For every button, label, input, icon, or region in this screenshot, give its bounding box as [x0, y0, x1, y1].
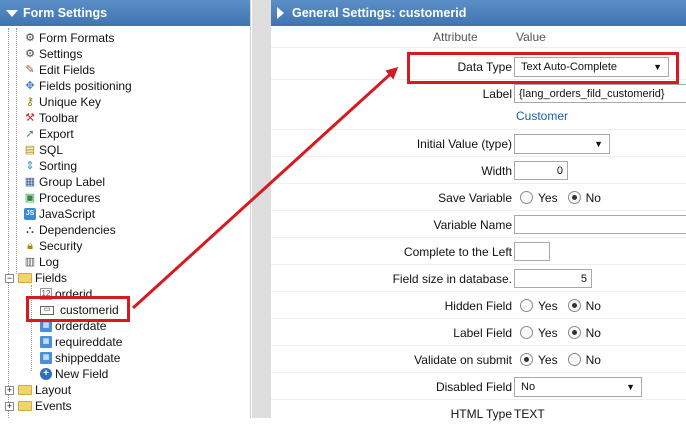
annotation-arrow	[131, 66, 399, 310]
arrow-line	[131, 66, 399, 310]
